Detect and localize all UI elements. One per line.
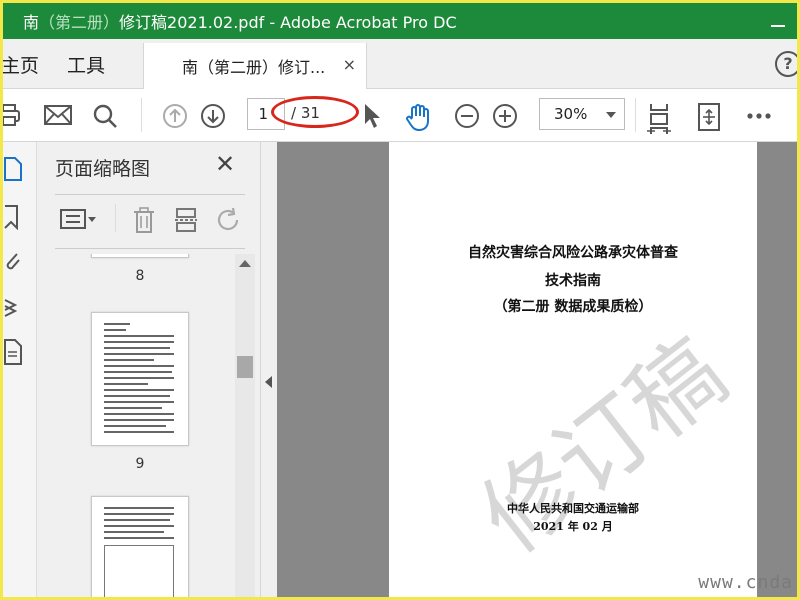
title-bar: 南（第二册）修订稿2021.02.pdf - Adobe Acrobat Pro… (3, 3, 797, 39)
rotate-view-icon[interactable] (695, 102, 723, 132)
zoom-value: 30% (554, 105, 588, 123)
arrow-down-circle-icon[interactable] (199, 102, 227, 130)
panel-title: 页面缩略图 (55, 158, 151, 180)
left-rail (3, 142, 37, 597)
zoom-select[interactable]: 30% (539, 98, 625, 130)
thumbnail-label: 8 (135, 268, 145, 284)
thumbnail-label: 9 (135, 456, 145, 472)
site-watermark: www.cnda (698, 572, 793, 593)
text-line (104, 353, 174, 355)
thumbnail-table (104, 545, 174, 597)
cursor-arrow-icon[interactable] (361, 102, 383, 130)
text-line (104, 537, 174, 539)
fit-page-icon[interactable] (645, 102, 673, 136)
text-line (104, 425, 166, 427)
tab-close-button[interactable]: × (343, 55, 356, 74)
doc-publisher: 中华人民共和国交通运输部 (507, 502, 639, 515)
layers-icon[interactable] (3, 294, 23, 322)
text-line (104, 413, 174, 415)
text-line (104, 347, 170, 349)
doc-date: 2021 年 02 月 (533, 520, 613, 533)
search-icon[interactable] (91, 102, 119, 130)
print-icon[interactable] (3, 102, 23, 128)
text-line (104, 507, 174, 509)
chevron-left-icon[interactable] (265, 376, 272, 388)
doc-title-line: （第二册 数据成果质检） (493, 299, 653, 315)
text-line (104, 395, 170, 397)
chevron-down-icon (606, 112, 616, 118)
title-rest: 修订稿2021.02.pdf - Adobe Acrobat Pro DC (119, 13, 457, 32)
nav-home[interactable]: 主页 (3, 51, 39, 78)
text-line (104, 365, 174, 367)
minimize-button[interactable] (771, 13, 785, 27)
trash-icon[interactable] (131, 206, 157, 234)
thumbnail-scrollbar[interactable] (235, 254, 255, 597)
rotate-page-icon[interactable] (215, 206, 243, 234)
tab-bar: 主页 工具 南（第二册）修订... × ? (3, 39, 797, 89)
options-menu-icon[interactable] (59, 206, 99, 232)
text-line (104, 383, 148, 385)
text-line (104, 531, 164, 533)
page-thumbnails-icon[interactable] (3, 156, 23, 182)
panel-divider (55, 248, 245, 249)
thumbnail-page-7[interactable] (91, 254, 189, 258)
nav-tools[interactable]: 工具 (67, 51, 105, 78)
more-icon[interactable] (745, 102, 773, 130)
text-line (104, 323, 130, 325)
text-line (104, 359, 154, 361)
attachment-icon[interactable] (3, 248, 23, 274)
text-line (104, 389, 174, 391)
zoom-out-icon[interactable] (453, 102, 481, 130)
app-icon (3, 3, 15, 39)
text-line (104, 407, 162, 409)
toolbar: 1 / 31 30% (3, 90, 797, 142)
panel-collapse-strip[interactable] (261, 142, 277, 597)
text-line (104, 525, 174, 527)
doc-title-line: 自然灾害综合风险公路承灾体普查 (468, 245, 678, 261)
toolbar-separator (141, 98, 142, 132)
app-window: 南（第二册）修订稿2021.02.pdf - Adobe Acrobat Pro… (3, 3, 797, 597)
thumbnail-list: 8 9 (37, 254, 261, 597)
pdf-page: 自然灾害综合风险公路承灾体普查 技术指南 （第二册 数据成果质检） 修订稿 中华… (389, 142, 757, 597)
toolbar-separator (635, 98, 636, 132)
doc-title-line: 技术指南 (545, 273, 601, 289)
tab-label: 南（第二册）修订... (182, 58, 326, 77)
hand-icon[interactable] (403, 102, 433, 132)
text-line (104, 519, 170, 521)
arrow-up-circle-icon[interactable] (161, 102, 189, 130)
title-prefix: 南 (23, 13, 40, 32)
draft-watermark: 修订稿 (461, 318, 746, 573)
text-line (104, 431, 174, 433)
scroll-up-icon[interactable] (239, 260, 251, 267)
text-line (104, 377, 174, 379)
thumbnail-page-9[interactable] (91, 312, 189, 446)
text-line (104, 335, 174, 337)
zoom-in-icon[interactable] (491, 102, 519, 130)
annotation-ellipse (271, 96, 359, 128)
thumbnail-page-10[interactable] (91, 496, 189, 597)
document-viewport[interactable]: 自然灾害综合风险公路承灾体普查 技术指南 （第二册 数据成果质检） 修订稿 中华… (277, 142, 797, 597)
document-tab[interactable]: 南（第二册）修订... × (143, 43, 367, 89)
text-line (104, 341, 174, 343)
text-line (104, 329, 126, 331)
text-line (104, 419, 174, 421)
thumbnails-panel: 页面缩略图 ✕ 8 9 (37, 142, 261, 597)
text-line (104, 371, 172, 373)
text-line (104, 401, 174, 403)
title-faded: （第二册） (39, 13, 120, 32)
bookmark-icon[interactable] (3, 204, 23, 230)
text-line (104, 513, 174, 515)
close-icon[interactable]: ✕ (215, 150, 235, 178)
document-properties-icon[interactable] (3, 338, 23, 366)
help-icon[interactable]: ? (775, 51, 797, 77)
mail-icon[interactable] (43, 102, 73, 128)
panel-divider (55, 194, 245, 195)
window-title: 南（第二册）修订稿2021.02.pdf - Adobe Acrobat Pro… (15, 9, 457, 33)
scrollbar-thumb[interactable] (237, 356, 253, 378)
panel-separator (115, 204, 116, 232)
extract-page-icon[interactable] (173, 206, 199, 234)
